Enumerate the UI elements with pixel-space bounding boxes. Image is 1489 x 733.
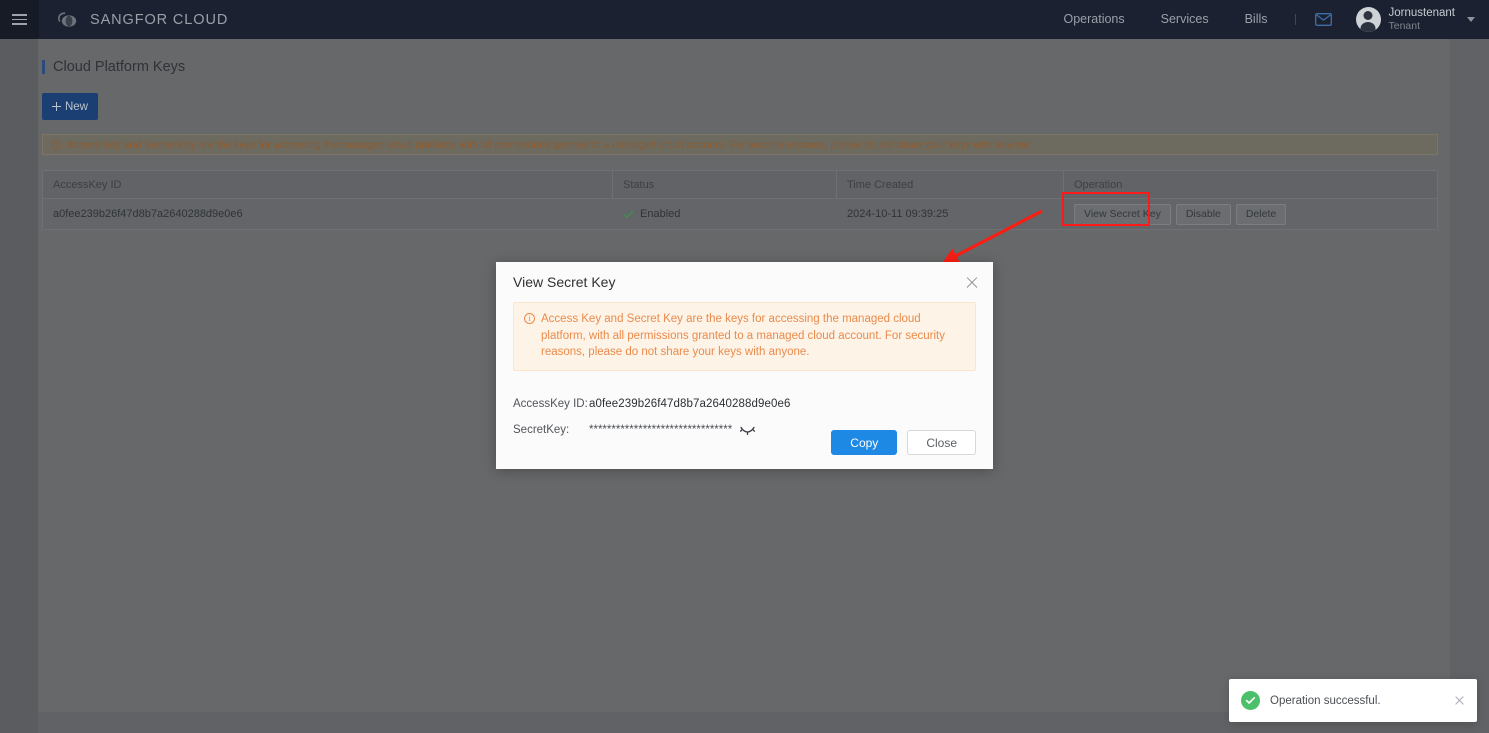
check-circle-icon [1241, 691, 1260, 710]
page-warning-text: Access Key and Secret Key are the keys f… [66, 138, 1033, 151]
field-value-secretkey: ******************************** [589, 423, 733, 436]
nav-divider [1294, 14, 1296, 25]
user-account-menu[interactable]: Jornustenant Tenant [1342, 7, 1475, 33]
plus-icon [51, 102, 61, 111]
dialog-footer: Copy Close [831, 430, 976, 455]
mail-icon [1314, 13, 1332, 26]
column-header-time-created: Time Created [837, 171, 1064, 198]
page-title-row: Cloud Platform Keys [38, 39, 1450, 75]
close-button[interactable]: Close [907, 430, 976, 455]
page-warning-banner: i Access Key and Secret Key are the keys… [42, 134, 1438, 155]
cell-accesskey-id: a0fee239b26f47d8b7a2640288d9e0e6 [53, 208, 243, 220]
page-title: Cloud Platform Keys [53, 59, 186, 75]
eye-glyph [740, 426, 756, 435]
delete-button[interactable]: Delete [1235, 203, 1287, 225]
nav-item-operations[interactable]: Operations [1045, 0, 1142, 39]
cell-time-created: 2024-10-11 09:39:25 [847, 208, 949, 220]
new-button[interactable]: New [42, 93, 98, 120]
user-info: Jornustenant Tenant [1389, 7, 1456, 33]
copy-button[interactable]: Copy [831, 430, 898, 455]
nav-item-bills[interactable]: Bills [1227, 0, 1286, 39]
dialog-title: View Secret Key [513, 274, 616, 290]
left-sidebar [0, 39, 38, 733]
info-icon: i [524, 313, 535, 324]
check-icon [623, 210, 634, 218]
brand-name: SANGFOR CLOUD [90, 11, 229, 28]
toast-close-icon[interactable] [1454, 695, 1465, 706]
field-value-accesskey-id: a0fee239b26f47d8b7a2640288d9e0e6 [589, 397, 791, 410]
column-header-operation: Operation [1074, 178, 1123, 191]
avatar [1355, 7, 1381, 32]
cell-status-label: Enabled [640, 208, 681, 220]
hamburger-icon [12, 14, 27, 25]
title-accent-bar [42, 60, 45, 74]
column-header-status: Status [613, 171, 837, 198]
dialog-alert: i Access Key and Secret Key are the keys… [513, 302, 976, 371]
top-header: SANGFOR CLOUD Operations Services Bills … [0, 0, 1489, 39]
check-glyph [1245, 697, 1256, 704]
user-name: Jornustenant [1388, 6, 1456, 19]
new-button-label: New [64, 100, 88, 113]
field-label-secretkey: SecretKey: [513, 423, 570, 436]
dialog-header: View Secret Key [496, 262, 993, 302]
field-label-accesskey-id: AccessKey ID: [513, 397, 588, 410]
nav-item-services[interactable]: Services [1143, 0, 1227, 39]
column-header-accesskey-id: AccessKey ID [43, 171, 613, 198]
cell-operations: View Secret Key Disable Delete [1064, 199, 1437, 229]
info-icon: i [51, 139, 61, 150]
field-accesskey-id: AccessKey ID: a0fee239b26f47d8b7a2640288… [513, 391, 993, 417]
disable-button[interactable]: Disable [1175, 203, 1231, 225]
user-role: Tenant [1388, 20, 1421, 33]
close-icon[interactable] [965, 275, 979, 289]
access-keys-table: AccessKey ID Status Time Created Operati… [42, 170, 1438, 230]
view-secret-key-button[interactable]: View Secret Key [1074, 203, 1171, 225]
chevron-down-icon [1467, 17, 1475, 22]
cell-status: Enabled [613, 199, 837, 229]
toast-message: Operation successful. [1270, 694, 1381, 707]
header-nav: Operations Services Bills Jornustenant T… [1045, 0, 1489, 39]
toast-notification: Operation successful. [1229, 679, 1477, 722]
sangfor-cloud-logo-icon [57, 11, 77, 27]
table-header-row: AccessKey ID Status Time Created Operati… [43, 171, 1437, 199]
brand-logo-link[interactable]: SANGFOR CLOUD [55, 10, 228, 30]
table-row: a0fee239b26f47d8b7a2640288d9e0e6 Enabled… [43, 199, 1437, 229]
mail-button[interactable] [1305, 13, 1342, 26]
eye-icon[interactable] [740, 424, 756, 435]
hamburger-menu-button[interactable] [0, 0, 39, 39]
dialog-alert-text: Access Key and Secret Key are the keys f… [541, 313, 945, 358]
view-secret-key-dialog: View Secret Key i Access Key and Secret … [496, 262, 993, 469]
